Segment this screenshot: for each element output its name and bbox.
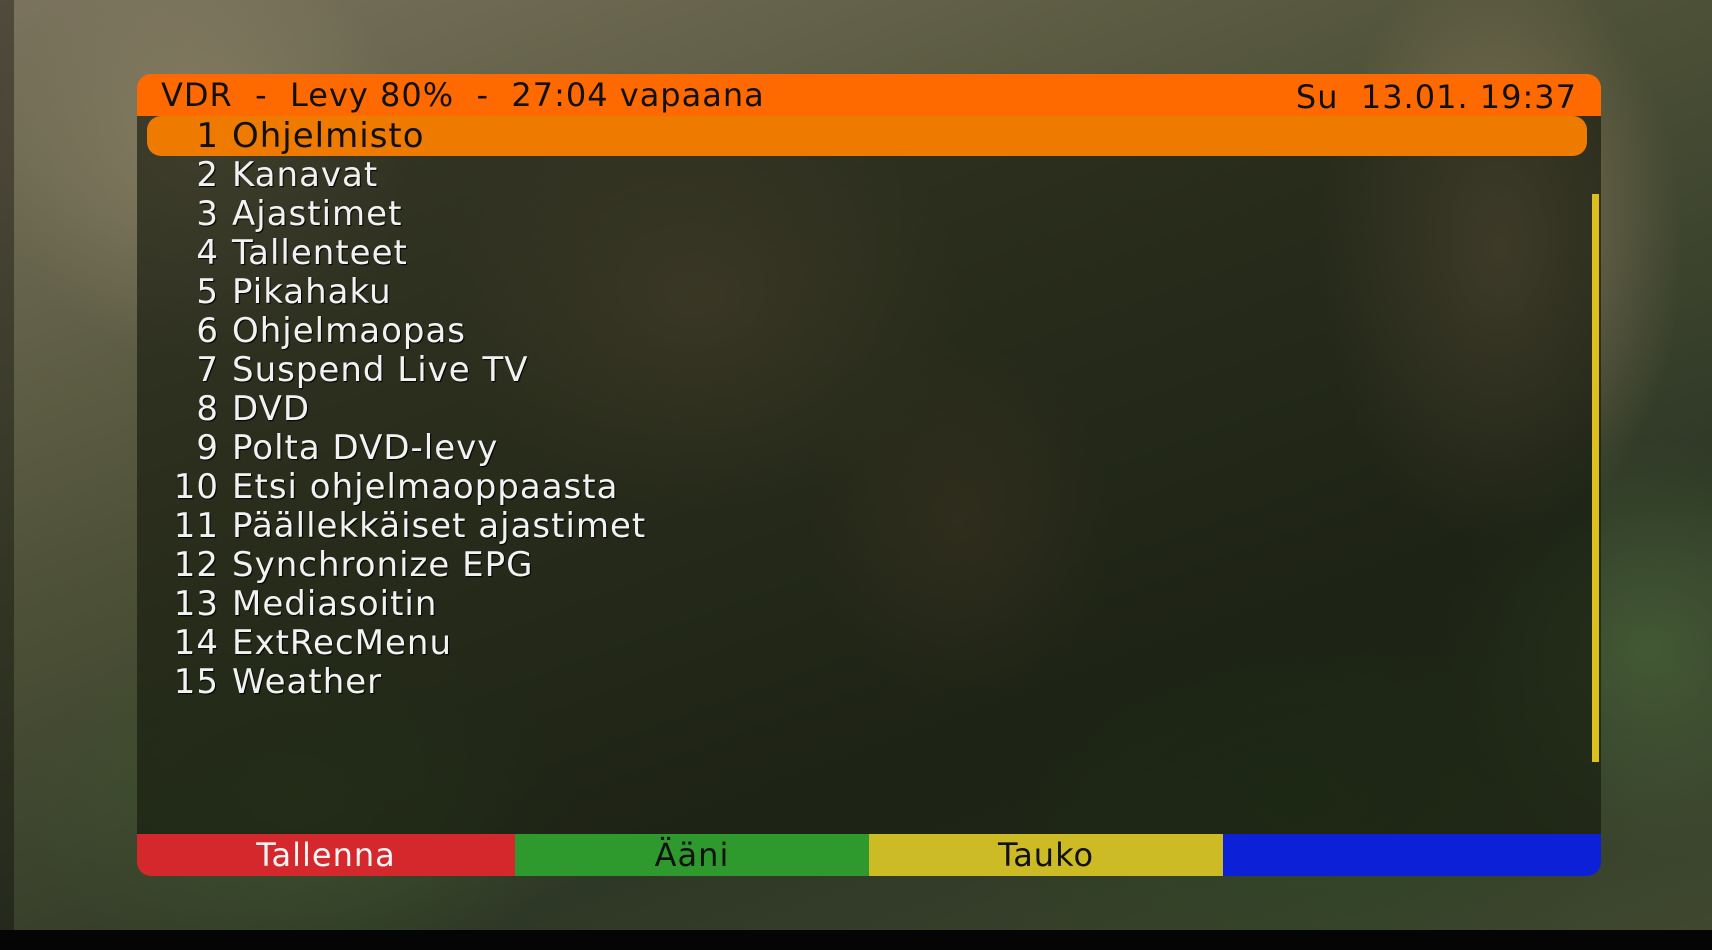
- menu-item-synchronize-epg[interactable]: 12 Synchronize EPG: [147, 545, 1587, 585]
- menu-item-mediasoitin[interactable]: 13 Mediasoitin: [147, 584, 1587, 624]
- menu-item-number: 10: [173, 467, 219, 507]
- menu-item-number: 4: [196, 233, 219, 273]
- menu-item-number: 8: [196, 389, 219, 429]
- menu-item-kanavat[interactable]: 2 Kanavat: [147, 155, 1587, 195]
- menu-item-label: DVD: [232, 389, 311, 429]
- menu-item-label: Mediasoitin: [232, 584, 438, 624]
- menu-item-label: Päällekkäiset ajastimet: [232, 506, 647, 546]
- menu-item-number: 12: [173, 545, 219, 585]
- menu-item-pikahaku[interactable]: 5 Pikahaku: [147, 272, 1587, 312]
- menu-item-label: Polta DVD-levy: [232, 428, 499, 468]
- menu-item-label: Etsi ohjelmaoppaasta: [232, 467, 619, 507]
- blue-key-button[interactable]: [1223, 834, 1601, 876]
- menu-item-etsi-ohjelmaoppaasta[interactable]: 10 Etsi ohjelmaoppaasta: [147, 467, 1587, 507]
- menu-item-number: 2: [196, 155, 219, 195]
- menu-body: 1 Ohjelmisto 2 Kanavat 3 Ajastimet 4 Tal…: [137, 116, 1601, 834]
- date-time: Su 13.01. 19:37: [1295, 78, 1577, 116]
- menu-item-paallekkaiset-ajastimet[interactable]: 11 Päällekkäiset ajastimet: [147, 506, 1587, 546]
- red-key-button[interactable]: Tallenna: [137, 834, 515, 876]
- menu-item-number: 3: [196, 194, 219, 234]
- menu-item-label: Suspend Live TV: [232, 350, 529, 390]
- menu-item-number: 13: [173, 584, 219, 624]
- video-border-bottom: [0, 930, 1712, 950]
- yellow-key-button[interactable]: Tauko: [869, 834, 1223, 876]
- menu-item-number: 5: [196, 272, 219, 312]
- menu-item-label: Kanavat: [232, 155, 379, 195]
- menu-item-number: 1: [196, 116, 219, 156]
- menu-item-number: 15: [173, 662, 219, 702]
- menu-item-number: 7: [196, 350, 219, 390]
- menu-item-label: Tallenteet: [232, 233, 408, 273]
- menu-item-weather[interactable]: 15 Weather: [147, 662, 1587, 702]
- menu-item-number: 11: [173, 506, 219, 546]
- vdr-main-menu: VDR - Levy 80% - 27:04 vapaana Su 13.01.…: [137, 74, 1601, 876]
- menu-item-label: Ajastimet: [232, 194, 403, 234]
- green-key-button[interactable]: Ääni: [515, 834, 869, 876]
- menu-item-label: Pikahaku: [232, 272, 392, 312]
- menu-item-label: Ohjelmaopas: [232, 311, 467, 351]
- menu-item-label: Synchronize EPG: [232, 545, 534, 585]
- menu-item-ajastimet[interactable]: 3 Ajastimet: [147, 194, 1587, 234]
- video-border-left: [0, 0, 14, 950]
- menu-item-number: 6: [196, 311, 219, 351]
- menu-item-tallenteet[interactable]: 4 Tallenteet: [147, 233, 1587, 273]
- menu-item-polta-dvd-levy[interactable]: 9 Polta DVD-levy: [147, 428, 1587, 468]
- menu-item-ohjelmaopas[interactable]: 6 Ohjelmaopas: [147, 311, 1587, 351]
- menu-item-label: Ohjelmisto: [232, 116, 425, 156]
- menu-item-suspend-live-tv[interactable]: 7 Suspend Live TV: [147, 350, 1587, 390]
- menu-item-number: 9: [196, 428, 219, 468]
- menu-item-label: ExtRecMenu: [232, 623, 452, 663]
- color-key-bar: Tallenna Ääni Tauko: [137, 834, 1601, 876]
- menu-item-label: Weather: [232, 662, 383, 702]
- menu-scrollbar[interactable]: [1592, 194, 1599, 762]
- disk-status: VDR - Levy 80% - 27:04 vapaana: [161, 76, 765, 114]
- menu-item-ohjelmisto[interactable]: 1 Ohjelmisto: [147, 116, 1587, 156]
- title-bar: VDR - Levy 80% - 27:04 vapaana Su 13.01.…: [137, 74, 1601, 116]
- menu-item-number: 14: [173, 623, 219, 663]
- menu-item-dvd[interactable]: 8 DVD: [147, 389, 1587, 429]
- menu-item-extrecmenu[interactable]: 14 ExtRecMenu: [147, 623, 1587, 663]
